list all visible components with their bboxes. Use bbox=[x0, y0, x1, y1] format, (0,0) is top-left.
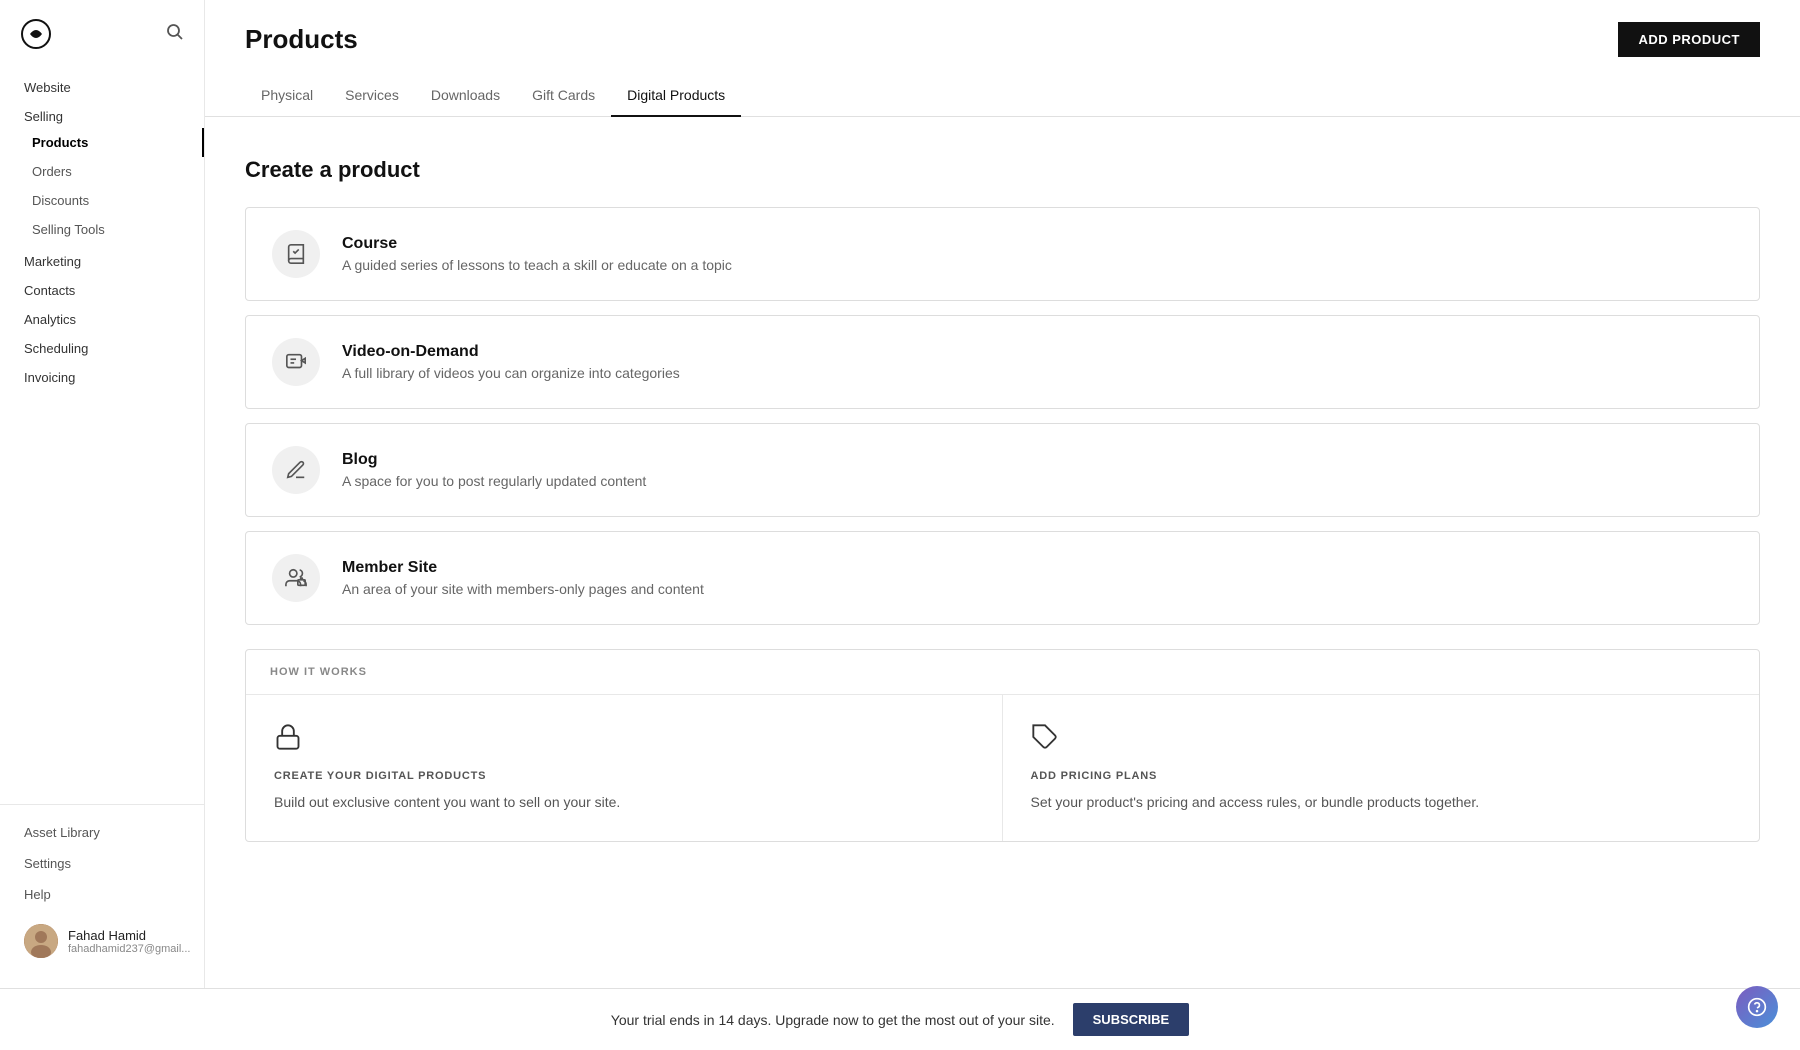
member-description: An area of your site with members-only p… bbox=[342, 581, 704, 597]
course-card-text: Course A guided series of lessons to tea… bbox=[342, 235, 732, 273]
tab-physical[interactable]: Physical bbox=[245, 75, 329, 117]
sidebar-item-orders[interactable]: Orders bbox=[0, 157, 204, 186]
sidebar-item-selling[interactable]: Selling bbox=[0, 99, 204, 128]
main-body: Create a product Course A guided series … bbox=[205, 117, 1800, 988]
main-content: Products ADD PRODUCT Physical Services D… bbox=[205, 0, 1800, 988]
sidebar: Website Selling Products Orders Discount… bbox=[0, 0, 205, 988]
course-icon bbox=[272, 230, 320, 278]
sidebar-item-help[interactable]: Help bbox=[20, 879, 184, 910]
video-description: A full library of videos you can organiz… bbox=[342, 365, 680, 381]
blog-description: A space for you to post regularly update… bbox=[342, 473, 646, 489]
sidebar-header bbox=[0, 0, 204, 60]
video-icon bbox=[272, 338, 320, 386]
sidebar-item-invoicing[interactable]: Invoicing bbox=[0, 360, 204, 389]
user-profile[interactable]: Fahad Hamid fahadhamid237@gmail... bbox=[20, 914, 184, 968]
sidebar-item-products[interactable]: Products bbox=[0, 128, 204, 157]
blog-card-text: Blog A space for you to post regularly u… bbox=[342, 451, 646, 489]
blog-name: Blog bbox=[342, 451, 646, 469]
subscribe-button[interactable]: SUBSCRIBE bbox=[1073, 1003, 1190, 1036]
blog-icon bbox=[272, 446, 320, 494]
tab-gift-cards[interactable]: Gift Cards bbox=[516, 75, 611, 117]
product-tabs: Physical Services Downloads Gift Cards D… bbox=[205, 75, 1800, 117]
sidebar-bottom: Asset Library Settings Help Fahad Hamid … bbox=[0, 804, 204, 988]
user-email: fahadhamid237@gmail... bbox=[68, 943, 190, 955]
avatar bbox=[24, 924, 58, 958]
create-step-label: CREATE YOUR DIGITAL PRODUCTS bbox=[274, 770, 974, 782]
create-step-desc: Build out exclusive content you want to … bbox=[274, 792, 974, 813]
video-name: Video-on-Demand bbox=[342, 343, 680, 361]
tag-icon bbox=[1031, 723, 1732, 756]
course-name: Course bbox=[342, 235, 732, 253]
add-product-button[interactable]: ADD PRODUCT bbox=[1618, 22, 1760, 57]
app-logo[interactable] bbox=[20, 18, 52, 50]
video-card-text: Video-on-Demand A full library of videos… bbox=[342, 343, 680, 381]
how-it-works-section: HOW IT WORKS CREATE YOUR DIGITAL PRODUCT… bbox=[245, 649, 1760, 842]
product-card-course[interactable]: Course A guided series of lessons to tea… bbox=[245, 207, 1760, 301]
trial-message: Your trial ends in 14 days. Upgrade now … bbox=[611, 1012, 1055, 1028]
tab-digital-products[interactable]: Digital Products bbox=[611, 75, 741, 117]
sidebar-item-selling-tools[interactable]: Selling Tools bbox=[0, 215, 204, 244]
sidebar-item-marketing[interactable]: Marketing bbox=[0, 244, 204, 273]
product-card-blog[interactable]: Blog A space for you to post regularly u… bbox=[245, 423, 1760, 517]
how-it-works-grid: CREATE YOUR DIGITAL PRODUCTS Build out e… bbox=[246, 695, 1759, 841]
sidebar-item-asset-library[interactable]: Asset Library bbox=[20, 817, 184, 848]
sidebar-item-scheduling[interactable]: Scheduling bbox=[0, 331, 204, 360]
tab-services[interactable]: Services bbox=[329, 75, 415, 117]
pricing-step-label: ADD PRICING PLANS bbox=[1031, 770, 1732, 782]
create-section-title: Create a product bbox=[245, 157, 1760, 183]
member-icon bbox=[272, 554, 320, 602]
user-details: Fahad Hamid fahadhamid237@gmail... bbox=[68, 928, 190, 955]
help-bubble[interactable] bbox=[1736, 986, 1778, 1028]
sidebar-item-discounts[interactable]: Discounts bbox=[0, 186, 204, 215]
trial-bar: Your trial ends in 14 days. Upgrade now … bbox=[0, 988, 1800, 1050]
sidebar-item-settings[interactable]: Settings bbox=[20, 848, 184, 879]
user-name: Fahad Hamid bbox=[68, 928, 190, 943]
product-card-video[interactable]: Video-on-Demand A full library of videos… bbox=[245, 315, 1760, 409]
page-title: Products bbox=[245, 24, 358, 55]
search-icon[interactable] bbox=[166, 23, 184, 46]
main-nav: Website Selling Products Orders Discount… bbox=[0, 60, 204, 804]
member-name: Member Site bbox=[342, 559, 704, 577]
sidebar-item-contacts[interactable]: Contacts bbox=[0, 273, 204, 302]
course-description: A guided series of lessons to teach a sk… bbox=[342, 257, 732, 273]
how-it-works-step-pricing: ADD PRICING PLANS Set your product's pri… bbox=[1003, 695, 1760, 841]
pricing-step-desc: Set your product's pricing and access ru… bbox=[1031, 792, 1732, 813]
product-card-member-site[interactable]: Member Site An area of your site with me… bbox=[245, 531, 1760, 625]
page-header: Products ADD PRODUCT bbox=[205, 0, 1800, 57]
sidebar-item-analytics[interactable]: Analytics bbox=[0, 302, 204, 331]
sidebar-item-website[interactable]: Website bbox=[0, 70, 204, 99]
lock-icon bbox=[274, 723, 974, 756]
how-it-works-step-create: CREATE YOUR DIGITAL PRODUCTS Build out e… bbox=[246, 695, 1003, 841]
how-it-works-header: HOW IT WORKS bbox=[246, 650, 1759, 695]
member-card-text: Member Site An area of your site with me… bbox=[342, 559, 704, 597]
tab-downloads[interactable]: Downloads bbox=[415, 75, 516, 117]
